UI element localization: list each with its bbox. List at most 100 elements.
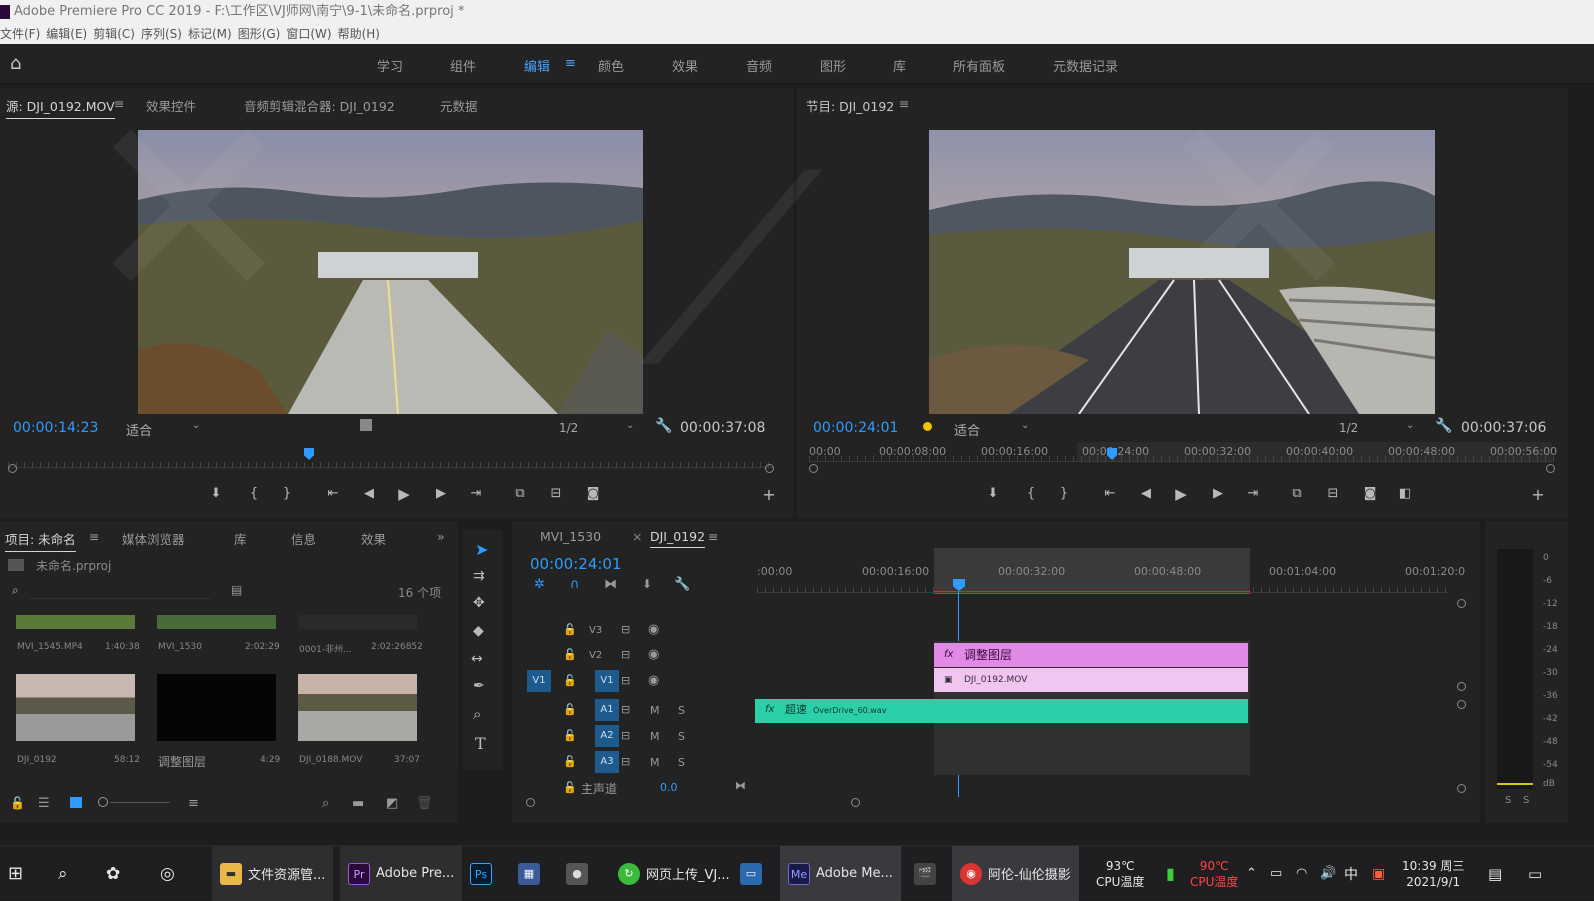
source-ruler[interactable] xyxy=(8,448,773,468)
add-button-icon[interactable]: + xyxy=(759,485,779,504)
slip-icon[interactable]: ↔ xyxy=(471,651,483,667)
zoom-slider-handle[interactable] xyxy=(98,797,108,807)
taskbar-photo-app[interactable]: ◉ 阿伦-仙伦摄影 xyxy=(952,846,1079,901)
mark-out-icon[interactable]: } xyxy=(277,486,297,501)
track-label[interactable]: A1 xyxy=(595,699,619,721)
lock-icon[interactable]: 🔓 xyxy=(563,648,577,661)
eye-icon[interactable]: ◉ xyxy=(648,622,659,637)
tab-program[interactable]: 节目: DJI_0192 xyxy=(806,96,894,115)
step-forward-icon[interactable]: ▶ xyxy=(431,486,451,501)
taskbar-upload[interactable]: ↻ 网页上传_VJ... xyxy=(610,846,738,901)
wrench-icon[interactable]: 🔧 xyxy=(1435,418,1452,434)
scroll-handle[interactable] xyxy=(1457,682,1466,691)
chevron-up-icon[interactable]: ⌃ xyxy=(1246,846,1257,901)
track-label[interactable]: V3 xyxy=(589,625,602,636)
ime-indicator[interactable]: 中 xyxy=(1344,846,1358,901)
sync-lock-icon[interactable]: ⊟ xyxy=(621,755,630,768)
program-video-frame[interactable] xyxy=(929,130,1435,414)
ws-libraries[interactable]: 库 xyxy=(893,56,906,75)
thumb-mvi1545[interactable] xyxy=(16,615,135,629)
program-resolution[interactable]: 1/2 xyxy=(1339,421,1358,435)
zoom-tool-icon[interactable]: ⌕ xyxy=(473,705,481,723)
lock-icon[interactable]: 🔓 xyxy=(563,674,577,687)
program-zoom-start[interactable] xyxy=(809,464,818,473)
ws-learn[interactable]: 学习 xyxy=(377,56,403,75)
scroll-handle[interactable] xyxy=(1457,599,1466,608)
tab-media-browser[interactable]: 媒体浏览器 xyxy=(122,529,185,548)
program-timecode[interactable]: 00:00:24:01 xyxy=(813,420,898,436)
lock-icon[interactable]: 🔓 xyxy=(10,796,25,810)
solo-toggle[interactable]: S xyxy=(678,756,685,769)
lock-icon[interactable]: 🔓 xyxy=(563,755,577,768)
battery-icon[interactable]: ▮ xyxy=(1166,846,1175,901)
master-volume[interactable]: 0.0 xyxy=(660,781,678,794)
source-zoom-end[interactable] xyxy=(765,464,774,473)
taskbar-clapper[interactable]: 🎬 xyxy=(914,846,942,901)
wrench-icon[interactable]: 🔧 xyxy=(655,418,672,434)
menu-help[interactable]: 帮助(H) xyxy=(338,24,380,44)
sync-lock-icon[interactable]: ⊟ xyxy=(621,648,630,661)
taskbar-media-encoder[interactable]: Me Adobe Me... xyxy=(780,846,901,901)
lock-icon[interactable]: 🔓 xyxy=(563,729,577,742)
thumb-dji0192[interactable] xyxy=(16,674,135,741)
track-select-icon[interactable]: ⇉ xyxy=(473,568,485,584)
solo-right-button[interactable]: S xyxy=(1523,795,1529,806)
selection-tool-icon[interactable]: ➤ xyxy=(475,540,488,559)
play-icon[interactable]: ▶ xyxy=(1171,485,1191,503)
thumb-0001[interactable] xyxy=(298,615,417,629)
source-zoom-start[interactable] xyxy=(8,464,17,473)
lock-icon[interactable]: 🔓 xyxy=(563,623,577,636)
ws-all-panels[interactable]: 所有面板 xyxy=(953,56,1005,75)
tab-project[interactable]: 项目: 未命名 xyxy=(5,529,76,552)
fan-app-icon[interactable]: ✿ xyxy=(106,846,120,901)
clip-audio-overdrive[interactable]: fx 超速 OverDrive_60.wav xyxy=(755,699,1248,723)
new-bin-icon[interactable]: ▬ xyxy=(352,796,364,811)
step-forward-icon[interactable]: ▶ xyxy=(1208,486,1228,501)
thumb-dji0188[interactable] xyxy=(298,674,417,741)
browser-icon[interactable]: ◎ xyxy=(160,846,175,901)
track-label[interactable]: A3 xyxy=(595,751,619,773)
scroll-handle[interactable] xyxy=(1457,784,1466,793)
track-label[interactable]: V1 xyxy=(595,670,619,692)
tab-menu-icon[interactable]: ≡ xyxy=(708,529,718,544)
ws-color[interactable]: 颜色 xyxy=(598,56,624,75)
menu-clip[interactable]: 剪辑(C) xyxy=(93,24,135,44)
ws-effects[interactable]: 效果 xyxy=(672,56,698,75)
lock-icon[interactable]: 🔓 xyxy=(563,781,577,794)
program-zoom-end[interactable] xyxy=(1546,464,1555,473)
tab-effects[interactable]: 效果 xyxy=(361,529,386,548)
close-icon[interactable]: × xyxy=(632,529,642,544)
add-marker-icon[interactable]: ⬇ xyxy=(206,486,226,501)
type-tool-icon[interactable]: T xyxy=(475,734,486,753)
go-to-out-icon[interactable]: ⇥ xyxy=(466,486,486,501)
tab-libraries[interactable]: 库 xyxy=(234,529,247,548)
ripple-edit-icon[interactable]: ✥ xyxy=(473,595,485,611)
timeline-ruler[interactable] xyxy=(757,573,1447,593)
pen-icon[interactable]: ✒ xyxy=(473,678,485,694)
track-label[interactable]: A2 xyxy=(595,725,619,747)
eye-icon[interactable]: ◉ xyxy=(648,647,659,662)
tab-menu-icon[interactable]: ≡ xyxy=(89,529,99,544)
mute-toggle[interactable]: M xyxy=(650,730,660,743)
menu-marker[interactable]: 标记(M) xyxy=(188,24,232,44)
find-icon[interactable]: ⌕ xyxy=(322,796,329,811)
add-marker-icon[interactable]: ⬇ xyxy=(983,486,1003,501)
export-frame-icon[interactable] xyxy=(360,419,372,431)
taskbar-explorer[interactable]: ▬ 文件资源管... xyxy=(212,846,334,901)
search-icon[interactable]: ⌕ xyxy=(58,846,68,901)
thumb-adjustment-layer[interactable] xyxy=(157,674,276,741)
sync-lock-icon[interactable]: ⊟ xyxy=(621,674,630,687)
more-panels-icon[interactable]: » xyxy=(437,529,445,544)
mark-out-icon[interactable]: } xyxy=(1054,486,1074,501)
taskbar-recorder[interactable]: ● xyxy=(566,846,594,901)
list-view-icon[interactable]: ☰ xyxy=(38,796,50,811)
tab-sequence-dji0192[interactable]: DJI_0192 xyxy=(650,529,706,548)
home-icon[interactable]: ⌂ xyxy=(10,54,30,74)
wifi-icon[interactable]: ◠ xyxy=(1296,846,1307,901)
go-to-end-icon[interactable]: ⧓ xyxy=(735,779,746,792)
source-patch-v1[interactable]: V1 xyxy=(527,670,551,692)
linked-selection-icon[interactable]: ⧓ xyxy=(604,577,617,592)
menu-file[interactable]: 文件(F) xyxy=(0,24,40,44)
extract-icon[interactable]: ⊟ xyxy=(1323,486,1343,501)
snap-icon[interactable]: ∩ xyxy=(570,577,580,592)
